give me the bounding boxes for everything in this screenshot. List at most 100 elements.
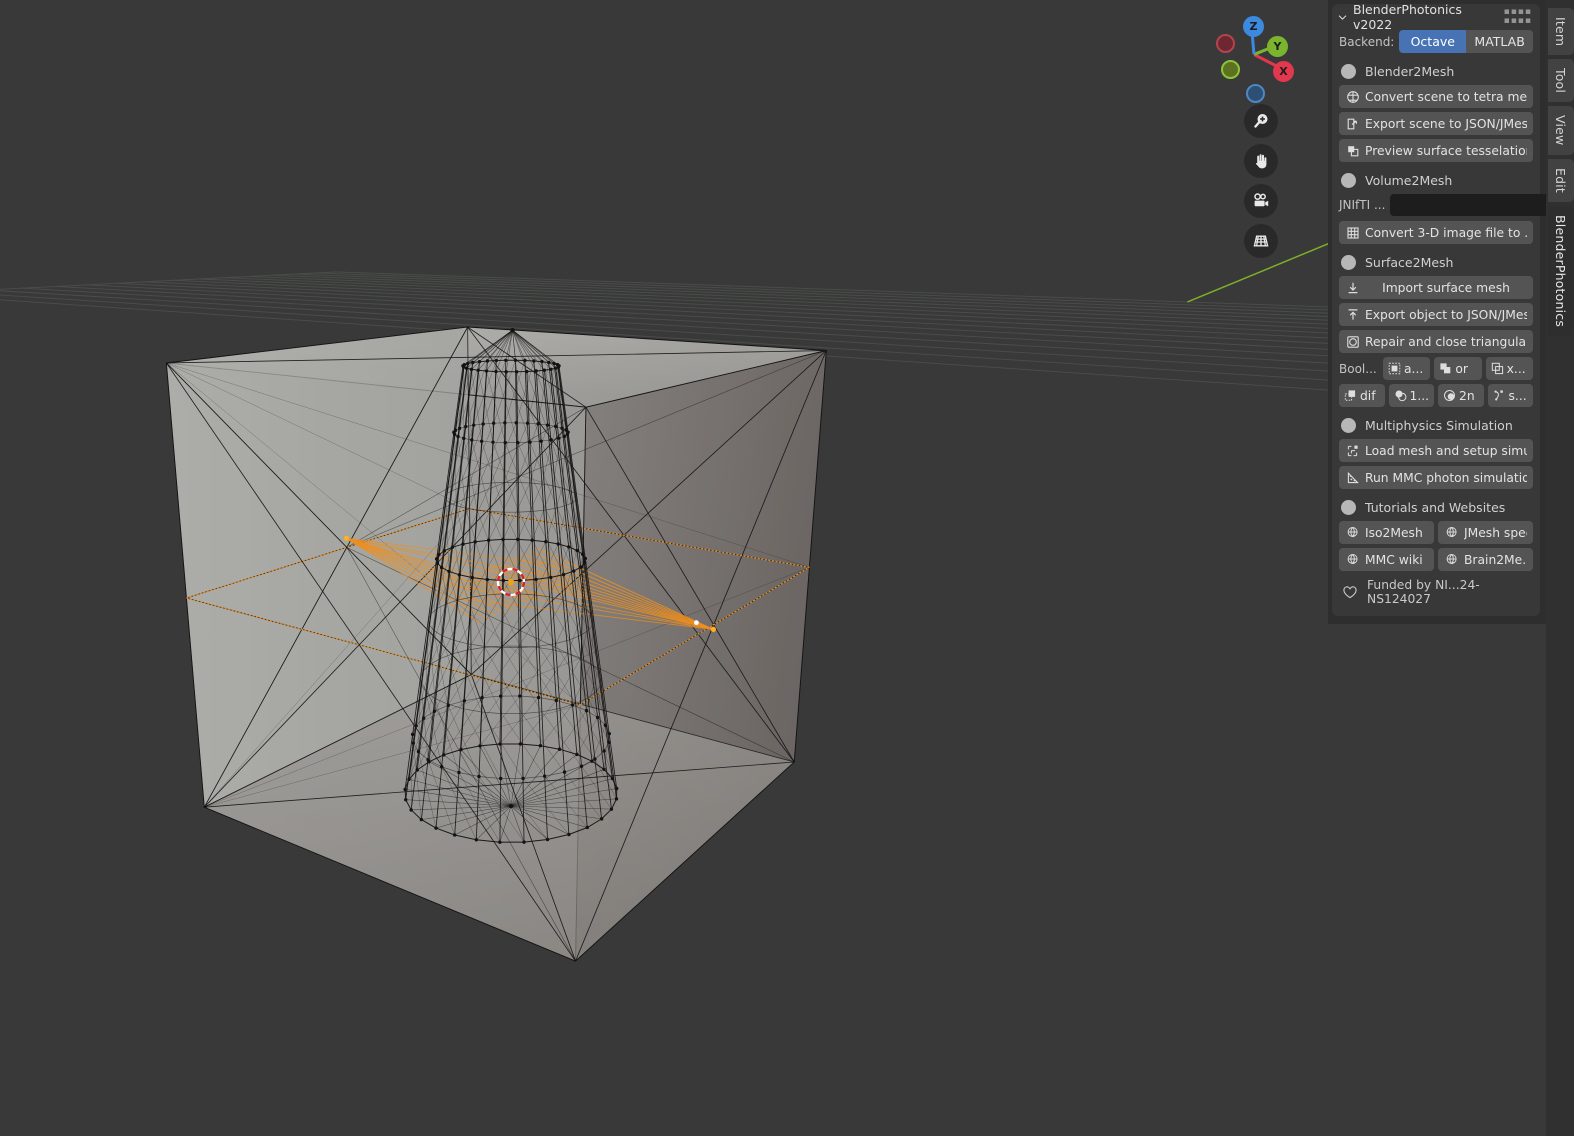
camera-view-icon[interactable] — [1244, 184, 1278, 218]
duplicate-icon — [1345, 143, 1360, 158]
toggle-perspective-icon[interactable] — [1244, 224, 1278, 258]
gizmo-axis-x[interactable]: X — [1273, 61, 1294, 82]
boolean-difference-icon — [1343, 388, 1358, 403]
section-multiphysics-simulation: Multiphysics Simulation — [1341, 418, 1533, 433]
navigation-gizmo[interactable]: Z Y X — [1204, 6, 1294, 103]
export-up-icon — [1345, 307, 1360, 322]
link-iso2mesh-button[interactable]: Iso2Mesh — [1339, 521, 1434, 544]
boolean-all-button[interactable]: a... — [1383, 357, 1431, 380]
boolean-difference-button[interactable]: dif — [1339, 384, 1385, 407]
button-label: Export scene to JSON/JMesh — [1365, 116, 1527, 131]
tab-label: Item — [1553, 17, 1568, 47]
tab-label: BlenderPhotonics — [1553, 214, 1568, 327]
links-row-1: Iso2Mesh JMesh spec — [1339, 521, 1533, 544]
button-label: Import surface mesh — [1382, 280, 1510, 295]
section-title: Tutorials and Websites — [1365, 500, 1506, 515]
chevron-down-icon[interactable] — [1338, 13, 1347, 22]
grid-icon — [1345, 225, 1360, 240]
globe-icon — [1444, 552, 1459, 567]
tab-view[interactable]: View — [1548, 106, 1574, 155]
boolean-first-button[interactable]: 1... — [1388, 384, 1434, 407]
section-bullet-icon — [1341, 64, 1356, 79]
run-sim-icon — [1345, 470, 1360, 485]
gizmo-axis-y[interactable]: Y — [1267, 36, 1288, 57]
gizmo-axis-neg-y[interactable] — [1221, 60, 1240, 79]
boolean-self-button[interactable]: s... — [1487, 384, 1533, 407]
blender-window: Z Y X BlenderPhotonics v2022 ▪▪▪▪ ▪▪▪▪ B… — [0, 0, 1574, 1136]
gizmo-axis-neg-x[interactable] — [1216, 34, 1235, 53]
globe-icon — [1444, 525, 1459, 540]
button-label: Repair and close triangular ... — [1365, 334, 1527, 349]
button-label: MMC wiki — [1365, 552, 1423, 567]
export-icon — [1345, 116, 1360, 131]
repair-and-close-triangular-button[interactable]: Repair and close triangular ... — [1339, 330, 1533, 353]
backend-option-matlab[interactable]: MATLAB — [1466, 30, 1533, 53]
section-bullet-icon — [1341, 173, 1356, 188]
backend-label: Backend: — [1339, 34, 1395, 49]
boolean-label: Bool... — [1339, 361, 1377, 376]
button-label: JMesh spec — [1464, 525, 1527, 540]
button-label: a... — [1404, 361, 1424, 376]
button-label: Load mesh and setup simul... — [1365, 443, 1527, 458]
heart-icon — [1342, 585, 1358, 600]
export-object-to-json-jmesh-button[interactable]: Export object to JSON/JMesh — [1339, 303, 1533, 326]
section-title: Blender2Mesh — [1365, 64, 1455, 79]
boolean-self-icon — [1492, 388, 1507, 403]
import-surface-mesh-button[interactable]: Import surface mesh — [1339, 276, 1533, 299]
boolean-xor-icon — [1490, 361, 1505, 376]
export-scene-to-json-jmesh-button[interactable]: Export scene to JSON/JMesh — [1339, 112, 1533, 135]
gizmo-y-label: Y — [1273, 40, 1282, 53]
section-title: Multiphysics Simulation — [1365, 418, 1513, 433]
boolean-xor-button[interactable]: x... — [1485, 357, 1533, 380]
tab-item[interactable]: Item — [1548, 8, 1574, 56]
boolean-second-button[interactable]: 2n — [1438, 384, 1484, 407]
move-view-icon[interactable] — [1244, 144, 1278, 178]
button-label: Iso2Mesh — [1365, 525, 1423, 540]
viewport-nav-buttons — [1244, 104, 1278, 264]
links-row-2: MMC wiki Brain2Me... — [1339, 548, 1533, 571]
viewport-3d[interactable]: Z Y X — [0, 0, 1546, 1136]
tab-label: Edit — [1553, 167, 1568, 193]
boolean-first-icon — [1393, 388, 1408, 403]
mesh-icosphere-icon — [1345, 89, 1360, 104]
link-jmesh-spec-button[interactable]: JMesh spec — [1438, 521, 1533, 544]
link-brain2mesh-button[interactable]: Brain2Me... — [1438, 548, 1533, 571]
boolean-all-icon — [1387, 361, 1402, 376]
panel-grip-icon[interactable]: ▪▪▪▪ ▪▪▪▪ — [1504, 8, 1532, 26]
boolean-union-icon — [1438, 361, 1453, 376]
tab-edit[interactable]: Edit — [1548, 158, 1574, 202]
tab-tool[interactable]: Tool — [1548, 59, 1574, 103]
funding-notice: Funded by NI...24-NS124027 — [1342, 578, 1533, 606]
circle-outline-icon — [1345, 334, 1360, 349]
backend-toggle[interactable]: Octave MATLAB — [1399, 30, 1533, 53]
section-bullet-icon — [1341, 418, 1356, 433]
section-blender2mesh: Blender2Mesh — [1341, 64, 1533, 79]
jnifti-label: JNIfTI ... — [1339, 198, 1386, 212]
section-title: Surface2Mesh — [1365, 255, 1454, 270]
boolean-union-button[interactable]: or — [1434, 357, 1482, 380]
convert-scene-to-tetra-mesh-button[interactable]: Convert scene to tetra mesh — [1339, 85, 1533, 108]
link-mmc-wiki-button[interactable]: MMC wiki — [1339, 548, 1434, 571]
zoom-view-icon[interactable] — [1244, 104, 1278, 138]
gizmo-axis-z[interactable]: Z — [1243, 16, 1264, 37]
tab-blenderphotonics[interactable]: BlenderPhotonics — [1548, 205, 1574, 336]
panel-header[interactable]: BlenderPhotonics v2022 ▪▪▪▪ ▪▪▪▪ — [1332, 2, 1540, 32]
gizmo-axis-neg-z[interactable] — [1246, 84, 1265, 103]
gizmo-x-label: X — [1279, 65, 1288, 78]
boolean-row-2: dif 1... 2n s... — [1339, 384, 1533, 407]
button-label: s... — [1508, 388, 1527, 403]
panel-title: BlenderPhotonics v2022 — [1353, 2, 1462, 32]
button-label: Convert scene to tetra mesh — [1365, 89, 1527, 104]
backend-option-octave[interactable]: Octave — [1399, 30, 1467, 53]
button-label: Brain2Me... — [1464, 552, 1527, 567]
viewport-canvas — [0, 152, 1546, 963]
sidebar-tabstrip: Item Tool View Edit BlenderPhotonics — [1546, 0, 1574, 1136]
convert-3d-image-file-button[interactable]: Convert 3-D image file to ... — [1339, 221, 1533, 244]
load-mesh-and-setup-simulation-button[interactable]: Load mesh and setup simul... — [1339, 439, 1533, 462]
globe-icon — [1345, 552, 1360, 567]
jnifti-path-input[interactable] — [1390, 194, 1553, 216]
preview-surface-tesselation-button[interactable]: Preview surface tesselation — [1339, 139, 1533, 162]
section-tutorials-and-websites: Tutorials and Websites — [1341, 500, 1533, 515]
run-mmc-photon-simulation-button[interactable]: Run MMC photon simulation — [1339, 466, 1533, 489]
button-label: Convert 3-D image file to ... — [1365, 225, 1527, 240]
